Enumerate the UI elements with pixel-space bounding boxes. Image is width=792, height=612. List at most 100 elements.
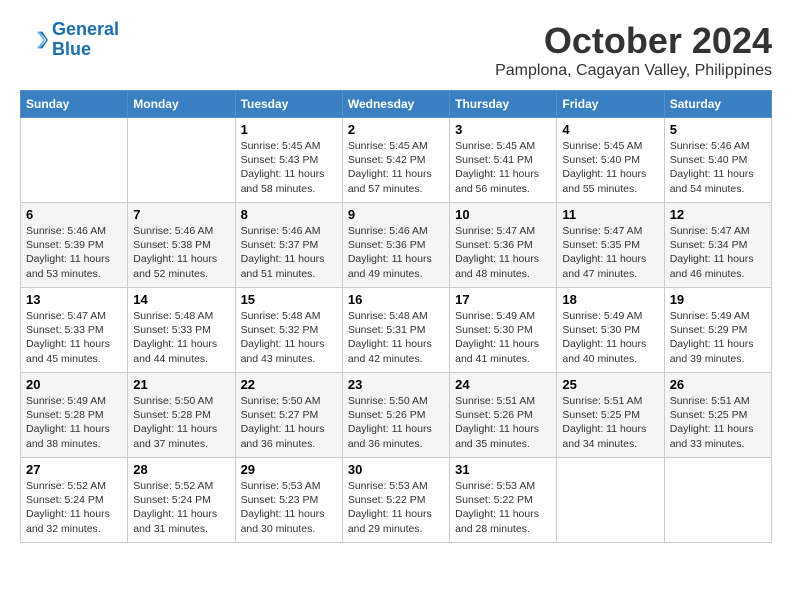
calendar-cell: 17 Sunrise: 5:49 AMSunset: 5:30 PMDayligh… (450, 288, 557, 373)
day-info: Sunrise: 5:45 AMSunset: 5:42 PMDaylight:… (348, 139, 444, 196)
calendar-cell: 19 Sunrise: 5:49 AMSunset: 5:29 PMDayligh… (664, 288, 771, 373)
calendar-cell: 26 Sunrise: 5:51 AMSunset: 5:25 PMDayligh… (664, 373, 771, 458)
day-info: Sunrise: 5:45 AMSunset: 5:41 PMDaylight:… (455, 139, 551, 196)
calendar-cell: 1Sunrise: 5:45 AMSunset: 5:43 PMDaylight… (235, 118, 342, 203)
weekday-header-row: SundayMondayTuesdayWednesdayThursdayFrid… (21, 91, 772, 118)
calendar-cell: 29 Sunrise: 5:53 AMSunset: 5:23 PMDayligh… (235, 458, 342, 543)
weekday-header-cell: Sunday (21, 91, 128, 118)
day-info: Sunrise: 5:53 AMSunset: 5:22 PMDaylight:… (455, 479, 551, 536)
calendar-week-row: 27 Sunrise: 5:52 AMSunset: 5:24 PMDayligh… (21, 458, 772, 543)
day-info: Sunrise: 5:47 AMSunset: 5:34 PMDaylight:… (670, 224, 766, 281)
day-number: 28 (133, 462, 229, 477)
calendar-week-row: 13Sunrise: 5:47 AMSunset: 5:33 PMDayligh… (21, 288, 772, 373)
title-block: October 2024 Pamplona, Cagayan Valley, P… (495, 20, 772, 80)
day-info: Sunrise: 5:47 AMSunset: 5:33 PMDaylight:… (26, 309, 122, 366)
day-number: 16 (348, 292, 444, 307)
day-number: 25 (562, 377, 658, 392)
day-number: 6 (26, 207, 122, 222)
logo-line2: Blue (52, 39, 91, 59)
day-number: 18 (562, 292, 658, 307)
day-info: Sunrise: 5:52 AMSunset: 5:24 PMDaylight:… (26, 479, 122, 536)
calendar-cell: 24 Sunrise: 5:51 AMSunset: 5:26 PMDayligh… (450, 373, 557, 458)
calendar-cell: 14 Sunrise: 5:48 AMSunset: 5:33 PMDayligh… (128, 288, 235, 373)
day-number: 17 (455, 292, 551, 307)
day-info: Sunrise: 5:47 AMSunset: 5:35 PMDaylight:… (562, 224, 658, 281)
calendar-cell: 5Sunrise: 5:46 AMSunset: 5:40 PMDaylight… (664, 118, 771, 203)
day-info: Sunrise: 5:50 AMSunset: 5:27 PMDaylight:… (241, 394, 337, 451)
day-info: Sunrise: 5:50 AMSunset: 5:28 PMDaylight:… (133, 394, 229, 451)
day-number: 15 (241, 292, 337, 307)
calendar-cell: 13Sunrise: 5:47 AMSunset: 5:33 PMDayligh… (21, 288, 128, 373)
day-number: 10 (455, 207, 551, 222)
calendar-cell: 9Sunrise: 5:46 AMSunset: 5:36 PMDaylight… (342, 203, 449, 288)
day-number: 24 (455, 377, 551, 392)
day-info: Sunrise: 5:45 AMSunset: 5:43 PMDaylight:… (241, 139, 337, 196)
day-info: Sunrise: 5:46 AMSunset: 5:39 PMDaylight:… (26, 224, 122, 281)
day-number: 12 (670, 207, 766, 222)
day-info: Sunrise: 5:53 AMSunset: 5:22 PMDaylight:… (348, 479, 444, 536)
weekday-header-cell: Wednesday (342, 91, 449, 118)
calendar-cell: 4 Sunrise: 5:45 AMSunset: 5:40 PMDaylight… (557, 118, 664, 203)
day-info: Sunrise: 5:51 AMSunset: 5:26 PMDaylight:… (455, 394, 551, 451)
day-number: 7 (133, 207, 229, 222)
calendar-week-row: 1Sunrise: 5:45 AMSunset: 5:43 PMDaylight… (21, 118, 772, 203)
day-info: Sunrise: 5:51 AMSunset: 5:25 PMDaylight:… (562, 394, 658, 451)
calendar-cell: 12 Sunrise: 5:47 AMSunset: 5:34 PMDayligh… (664, 203, 771, 288)
day-info: Sunrise: 5:45 AMSunset: 5:40 PMDaylight:… (562, 139, 658, 196)
day-number: 3 (455, 122, 551, 137)
calendar-cell (557, 458, 664, 543)
day-info: Sunrise: 5:46 AMSunset: 5:36 PMDaylight:… (348, 224, 444, 281)
day-number: 21 (133, 377, 229, 392)
weekday-header-cell: Tuesday (235, 91, 342, 118)
logo-icon (20, 26, 48, 54)
calendar-cell: 23Sunrise: 5:50 AMSunset: 5:26 PMDayligh… (342, 373, 449, 458)
day-info: Sunrise: 5:49 AMSunset: 5:29 PMDaylight:… (670, 309, 766, 366)
day-number: 5 (670, 122, 766, 137)
day-info: Sunrise: 5:46 AMSunset: 5:38 PMDaylight:… (133, 224, 229, 281)
calendar-week-row: 6 Sunrise: 5:46 AMSunset: 5:39 PMDaylight… (21, 203, 772, 288)
day-number: 29 (241, 462, 337, 477)
calendar-cell: 25 Sunrise: 5:51 AMSunset: 5:25 PMDayligh… (557, 373, 664, 458)
calendar-cell: 7 Sunrise: 5:46 AMSunset: 5:38 PMDaylight… (128, 203, 235, 288)
calendar-cell: 3 Sunrise: 5:45 AMSunset: 5:41 PMDaylight… (450, 118, 557, 203)
day-number: 27 (26, 462, 122, 477)
calendar-cell: 6 Sunrise: 5:46 AMSunset: 5:39 PMDaylight… (21, 203, 128, 288)
day-info: Sunrise: 5:46 AMSunset: 5:37 PMDaylight:… (241, 224, 337, 281)
calendar-cell (21, 118, 128, 203)
calendar-cell: 11 Sunrise: 5:47 AMSunset: 5:35 PMDayligh… (557, 203, 664, 288)
day-number: 19 (670, 292, 766, 307)
day-number: 23 (348, 377, 444, 392)
calendar-cell: 31 Sunrise: 5:53 AMSunset: 5:22 PMDayligh… (450, 458, 557, 543)
day-number: 11 (562, 207, 658, 222)
location-subtitle: Pamplona, Cagayan Valley, Philippines (495, 62, 772, 80)
day-info: Sunrise: 5:48 AMSunset: 5:33 PMDaylight:… (133, 309, 229, 366)
calendar-cell (664, 458, 771, 543)
day-info: Sunrise: 5:49 AMSunset: 5:30 PMDaylight:… (455, 309, 551, 366)
day-info: Sunrise: 5:48 AMSunset: 5:32 PMDaylight:… (241, 309, 337, 366)
logo-line1: General (52, 19, 119, 39)
day-info: Sunrise: 5:49 AMSunset: 5:28 PMDaylight:… (26, 394, 122, 451)
day-number: 14 (133, 292, 229, 307)
day-number: 30 (348, 462, 444, 477)
day-number: 4 (562, 122, 658, 137)
day-info: Sunrise: 5:49 AMSunset: 5:30 PMDaylight:… (562, 309, 658, 366)
calendar-body: 1Sunrise: 5:45 AMSunset: 5:43 PMDaylight… (21, 118, 772, 543)
day-info: Sunrise: 5:51 AMSunset: 5:25 PMDaylight:… (670, 394, 766, 451)
day-number: 31 (455, 462, 551, 477)
day-number: 20 (26, 377, 122, 392)
calendar-cell: 16Sunrise: 5:48 AMSunset: 5:31 PMDayligh… (342, 288, 449, 373)
calendar-cell: 10 Sunrise: 5:47 AMSunset: 5:36 PMDayligh… (450, 203, 557, 288)
calendar-table: SundayMondayTuesdayWednesdayThursdayFrid… (20, 90, 772, 543)
calendar-cell: 22 Sunrise: 5:50 AMSunset: 5:27 PMDayligh… (235, 373, 342, 458)
day-number: 22 (241, 377, 337, 392)
day-number: 26 (670, 377, 766, 392)
page-header: General Blue October 2024 Pamplona, Caga… (20, 20, 772, 80)
calendar-cell: 18 Sunrise: 5:49 AMSunset: 5:30 PMDayligh… (557, 288, 664, 373)
day-info: Sunrise: 5:53 AMSunset: 5:23 PMDaylight:… (241, 479, 337, 536)
day-info: Sunrise: 5:52 AMSunset: 5:24 PMDaylight:… (133, 479, 229, 536)
day-number: 2 (348, 122, 444, 137)
calendar-cell (128, 118, 235, 203)
day-info: Sunrise: 5:47 AMSunset: 5:36 PMDaylight:… (455, 224, 551, 281)
calendar-week-row: 20 Sunrise: 5:49 AMSunset: 5:28 PMDayligh… (21, 373, 772, 458)
calendar-cell: 30 Sunrise: 5:53 AMSunset: 5:22 PMDayligh… (342, 458, 449, 543)
